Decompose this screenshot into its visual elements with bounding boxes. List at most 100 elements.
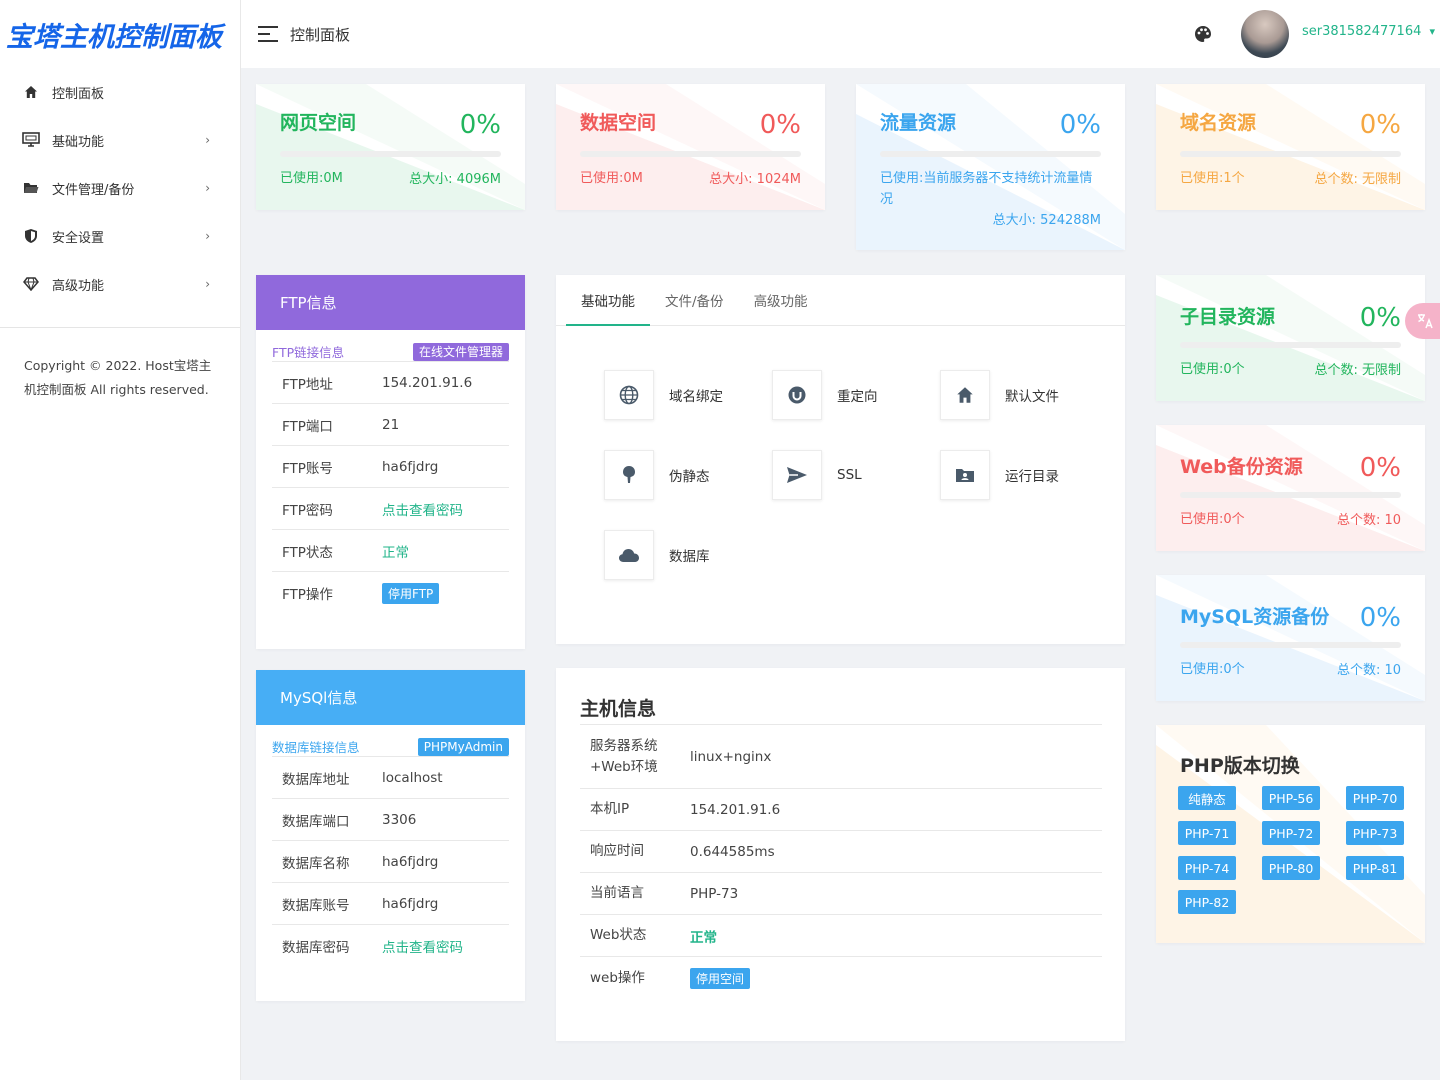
logo: 宝塔主机控制面板: [6, 21, 222, 53]
database-button[interactable]: 数据库: [604, 530, 764, 580]
row-value: 3306: [382, 811, 417, 828]
sidebar-item-advanced[interactable]: 高级功能 ›: [0, 260, 240, 308]
function-label: SSL: [837, 467, 862, 483]
menu-toggle-icon[interactable]: [258, 26, 278, 42]
stat-card-subdir: 子目录资源 0% 已使用:0个 总个数: 无限制: [1156, 275, 1425, 401]
table-row: FTP端口 21: [272, 404, 509, 446]
palette-icon[interactable]: [1194, 25, 1212, 43]
sidebar-item-label: 基础功能: [52, 134, 105, 150]
table-row: 数据库端口 3306: [272, 799, 509, 841]
row-value: ha6fjdrg: [382, 458, 439, 475]
row-key: FTP密码: [282, 502, 333, 519]
chevron-right-icon: ›: [205, 133, 210, 147]
row-value: linux+nginx: [690, 748, 772, 765]
disable-space-button[interactable]: 停用空间: [690, 967, 751, 989]
php-version-button[interactable]: PHP-82: [1178, 890, 1236, 914]
table-row: FTP操作 停用FTP: [272, 572, 509, 614]
translate-icon[interactable]: [1405, 303, 1440, 339]
table-row: FTP地址 154.201.91.6: [272, 362, 509, 404]
chevron-right-icon: ›: [205, 229, 210, 243]
progress-bar: [580, 151, 801, 157]
php-version-button[interactable]: PHP-70: [1346, 786, 1404, 810]
row-key: web操作: [590, 969, 645, 986]
php-version-button[interactable]: PHP-81: [1346, 856, 1404, 880]
disable-ftp-button[interactable]: 停用FTP: [382, 582, 440, 604]
stat-percent: 0%: [1359, 303, 1401, 333]
php-version-button[interactable]: 纯静态: [1178, 786, 1236, 810]
stat-total: 总个数: 无限制: [1314, 172, 1401, 187]
php-version-button[interactable]: PHP-74: [1178, 856, 1236, 880]
table-row: 本机IP 154.201.91.6: [580, 789, 1102, 831]
row-key: 数据库密码: [282, 940, 350, 956]
stat-used: 已使用:0M: [280, 171, 343, 186]
top-header: 控制面板 ser381582477164 ▾: [241, 0, 1440, 68]
function-label: 伪静态: [669, 469, 710, 485]
row-key: 数据库账号: [282, 897, 350, 914]
stat-card-domain: 域名资源 0% 已使用:1个 总个数: 无限制: [1156, 84, 1425, 210]
view-db-password-link[interactable]: 点击查看密码: [382, 936, 463, 956]
sidebar: 宝塔主机控制面板 控制面板 基础功能 › 文件管理/备份 › 安全设置 › 高级…: [0, 0, 241, 1080]
monitor-icon: [22, 131, 40, 149]
table-row: 当前语言 PHP-73: [580, 873, 1102, 915]
stat-card-mysql-backup: MySQL资源备份 0% 已使用:0个 总个数: 10: [1156, 575, 1425, 701]
file-manager-button[interactable]: 在线文件管理器: [412, 342, 509, 361]
ssl-button[interactable]: SSL: [772, 450, 932, 500]
row-key: FTP端口: [282, 418, 333, 435]
home-icon: [940, 370, 990, 420]
domain-bind-button[interactable]: 域名绑定: [604, 370, 764, 420]
page-title: 控制面板: [290, 25, 351, 44]
php-version-button[interactable]: PHP-72: [1262, 821, 1320, 845]
stat-card-web-space: 网页空间 0% 已使用:0M 总大小: 4096M: [256, 84, 525, 210]
php-version-button[interactable]: PHP-80: [1262, 856, 1320, 880]
ftp-sub-header: FTP链接信息 在线文件管理器: [272, 342, 509, 362]
progress-bar: [880, 151, 1101, 157]
caret-down-icon: ▾: [1429, 25, 1436, 38]
run-directory-button[interactable]: 运行目录: [940, 450, 1100, 500]
mysql-panel-header: MySQl信息: [256, 670, 525, 725]
tab-advanced[interactable]: 高级功能: [739, 275, 823, 325]
table-row: FTP状态 正常: [272, 530, 509, 572]
home-icon: [22, 83, 40, 101]
row-key: 本机IP: [590, 801, 630, 817]
sidebar-item-dashboard[interactable]: 控制面板: [0, 68, 240, 116]
row-key: FTP地址: [282, 376, 333, 393]
sidebar-item-files[interactable]: 文件管理/备份 ›: [0, 164, 240, 212]
row-key: 服务器系统+Web环境: [590, 737, 658, 775]
folder-icon: [22, 179, 40, 197]
stat-percent: 0%: [759, 110, 801, 140]
php-version-button[interactable]: PHP-71: [1178, 821, 1236, 845]
mysql-sub-label: 数据库链接信息: [272, 740, 360, 755]
row-value: localhost: [382, 769, 443, 786]
default-file-button[interactable]: 默认文件: [940, 370, 1100, 420]
stat-total: 总个数: 10: [1336, 663, 1401, 678]
php-version-button[interactable]: PHP-73: [1346, 821, 1404, 845]
sidebar-item-security[interactable]: 安全设置 ›: [0, 212, 240, 260]
progress-bar: [1180, 492, 1401, 498]
php-version-button[interactable]: PHP-56: [1262, 786, 1320, 810]
stat-card-db-space: 数据空间 0% 已使用:0M 总大小: 1024M: [556, 84, 825, 210]
mysql-sub-header: 数据库链接信息 PHPMyAdmin: [272, 737, 509, 757]
row-value: ha6fjdrg: [382, 853, 439, 870]
redirect-button[interactable]: 重定向: [772, 370, 932, 420]
ftp-panel-header: FTP信息: [256, 275, 525, 330]
phpmyadmin-button[interactable]: PHPMyAdmin: [417, 737, 509, 756]
sidebar-item-basic[interactable]: 基础功能 ›: [0, 116, 240, 164]
stat-used: 已使用:0个: [1180, 662, 1245, 677]
table-row: 数据库密码 点击查看密码: [272, 925, 509, 967]
view-ftp-password-link[interactable]: 点击查看密码: [382, 499, 463, 519]
tab-files[interactable]: 文件/备份: [650, 275, 739, 325]
stat-percent: 0%: [1359, 110, 1401, 140]
tab-basic[interactable]: 基础功能: [566, 275, 650, 326]
pin-icon: [604, 450, 654, 500]
row-key: FTP状态: [282, 544, 333, 561]
row-value: 154.201.91.6: [382, 374, 473, 391]
user-menu[interactable]: ser381582477164 ▾: [1302, 24, 1435, 39]
stat-used: 已使用:0个: [1180, 512, 1245, 527]
globe-icon: [604, 370, 654, 420]
host-info-title: 主机信息: [580, 698, 657, 720]
row-value: 21: [382, 416, 400, 433]
sidebar-item-label: 高级功能: [52, 278, 105, 294]
avatar[interactable]: [1241, 10, 1289, 58]
rewrite-button[interactable]: 伪静态: [604, 450, 764, 500]
stat-total: 总大小: 524288M: [992, 213, 1101, 228]
